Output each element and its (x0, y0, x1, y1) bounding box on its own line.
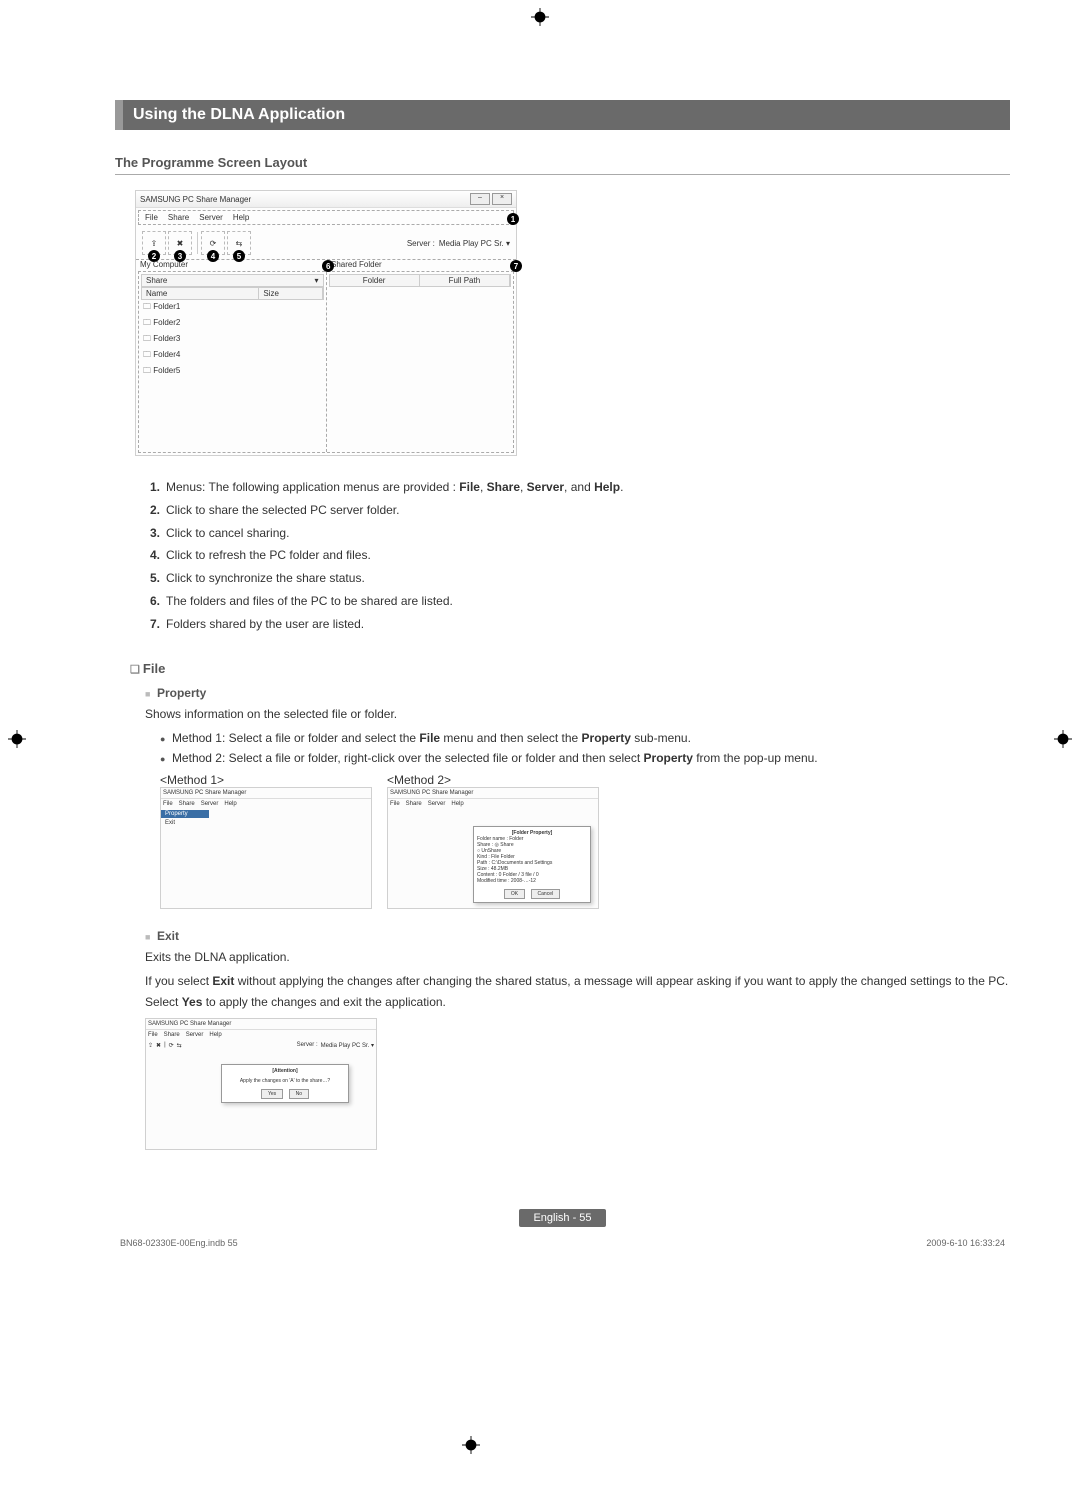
reg-mark-bottom (462, 1436, 480, 1454)
dialog-line: Modified time : 2008-…-12 (477, 878, 587, 884)
exit-heading: Exit (145, 929, 1010, 943)
file-heading: File (130, 661, 1010, 676)
page-footer: English - 55 (115, 1210, 1010, 1224)
exit-dialog: [Attention] Apply the changes on 'A' to … (221, 1064, 349, 1103)
toolbar: ⇪2 ✖3 ⟳4 ⇆5 Server : Media Play PC Sr. ▾ (136, 227, 516, 260)
min-icon[interactable]: – (470, 193, 490, 205)
subheading: The Programme Screen Layout (115, 155, 1010, 175)
refresh-icon[interactable]: ⟳4 (201, 231, 225, 255)
list-item: 2.Click to share the selected PC server … (150, 499, 1010, 522)
pane-titles: My Computer 6 Shared Folder 7 (136, 260, 516, 269)
menu-exit: Exit (161, 819, 371, 827)
menu-file[interactable]: File (145, 213, 158, 222)
menu-share[interactable]: Share (168, 213, 189, 222)
page: Using the DLNA Application The Programme… (0, 0, 1080, 1278)
method2-text: Method 2: Select a file or folder, right… (160, 748, 1010, 768)
col-name: Name (142, 288, 259, 299)
reg-mark-right (1054, 730, 1072, 748)
server-dropdown[interactable]: Media Play PC Sr. ▾ (439, 239, 510, 248)
dialog-buttons: OK Cancel (477, 889, 587, 899)
page-number: English - 55 (519, 1209, 605, 1227)
doc-code: BN68-02330E-00Eng.indb 55 (120, 1238, 238, 1248)
folder-dropdown-value: Share (146, 276, 167, 285)
mini-menu: FileShareServerHelp (161, 799, 371, 809)
property-desc: Shows information on the selected file o… (145, 704, 1010, 724)
list-item: 1.Menus: The following application menus… (150, 476, 1010, 499)
right-columns: Folder Full Path (329, 274, 512, 287)
list-item: 3.Click to cancel sharing. (150, 522, 1010, 545)
method1-col: <Method 1> SAMSUNG PC Share Manager File… (160, 773, 372, 909)
list-item: 4.Click to refresh the PC folder and fil… (150, 544, 1010, 567)
app-title: SAMSUNG PC Share Manager (388, 788, 598, 799)
folder-list: Folder1 Folder2 Folder3 Folder4 Folder5 (141, 300, 324, 380)
screenshot-method2: SAMSUNG PC Share Manager FileShareServer… (387, 787, 599, 909)
dialog-title: [Attention] (225, 1068, 345, 1074)
folder-dropdown[interactable]: Share ▾ (141, 274, 324, 287)
pane-left: Share ▾ Name Size Folder1 Folder2 Folder… (139, 272, 327, 452)
pane-right: Folder Full Path (327, 272, 514, 452)
yes-button[interactable]: Yes (261, 1089, 283, 1099)
method1-text: Method 1: Select a file or folder and se… (160, 728, 1010, 748)
doc-time: 2009-6-10 16:33:24 (926, 1238, 1005, 1248)
list-item[interactable]: Folder3 (141, 332, 324, 348)
badge-7: 7 (510, 260, 522, 272)
property-heading: Property (145, 686, 1010, 700)
dialog-msg: Apply the changes on 'A' to the share…? (225, 1078, 345, 1084)
window-controls: – × (470, 193, 512, 205)
no-button[interactable]: No (289, 1089, 309, 1099)
section-title: Using the DLNA Application (115, 100, 1010, 130)
divider (197, 232, 198, 254)
mini-toolbar: ⇪✖|⟳⇆ Server : Media Play PC Sr. ▾ (146, 1040, 376, 1051)
list-item[interactable]: Folder5 (141, 364, 324, 380)
reg-mark-top (531, 8, 549, 26)
numbered-list: 1.Menus: The following application menus… (150, 476, 1010, 636)
mini-menu: FileShareServerHelp (146, 1030, 376, 1040)
list-item: 5.Click to synchronize the share status. (150, 567, 1010, 590)
method2-col: <Method 2> SAMSUNG PC Share Manager File… (387, 773, 599, 909)
unshare-icon[interactable]: ✖3 (168, 231, 192, 255)
exit-line1: Exits the DLNA application. (145, 947, 1010, 967)
method2-label: <Method 2> (387, 773, 599, 787)
cancel-button[interactable]: Cancel (531, 889, 561, 899)
app-title: SAMSUNG PC Share Manager (140, 195, 251, 204)
mini-menu: FileShareServerHelp (388, 799, 598, 809)
reg-mark-left (8, 730, 26, 748)
list-item[interactable]: Folder2 (141, 316, 324, 332)
badge-1: 1 (507, 213, 519, 225)
ok-button[interactable]: OK (504, 889, 525, 899)
screenshot-main: SAMSUNG PC Share Manager – × File Share … (135, 190, 517, 456)
property-dialog: [Folder Property] Folder name : Folder S… (473, 826, 591, 903)
col-size: Size (259, 288, 322, 299)
menu-help[interactable]: Help (233, 213, 249, 222)
col-fullpath: Full Path (420, 275, 510, 286)
server-label: Server : (407, 239, 435, 248)
sync-icon[interactable]: ⇆5 (227, 231, 251, 255)
screenshot-exit: SAMSUNG PC Share Manager FileShareServer… (145, 1018, 377, 1150)
screenshot-method1: SAMSUNG PC Share Manager FileShareServer… (160, 787, 372, 909)
panes: Share ▾ Name Size Folder1 Folder2 Folder… (138, 271, 514, 453)
exit-shot-wrap: SAMSUNG PC Share Manager FileShareServer… (145, 1018, 1010, 1150)
dialog-buttons: Yes No (225, 1089, 345, 1099)
list-item[interactable]: Folder1 (141, 300, 324, 316)
list-item[interactable]: Folder4 (141, 348, 324, 364)
method-screenshots: <Method 1> SAMSUNG PC Share Manager File… (160, 773, 1010, 909)
my-computer-label: My Computer (140, 260, 321, 269)
list-item: 7.Folders shared by the user are listed. (150, 613, 1010, 636)
col-folder: Folder (330, 275, 420, 286)
titlebar: SAMSUNG PC Share Manager – × (136, 191, 516, 208)
close-icon[interactable]: × (492, 193, 512, 205)
left-columns: Name Size (141, 287, 324, 300)
shared-folder-label: Shared Folder (321, 260, 512, 269)
doc-footer: BN68-02330E-00Eng.indb 55 2009-6-10 16:3… (115, 1238, 1010, 1248)
method1-label: <Method 1> (160, 773, 372, 787)
menu-bar: File Share Server Help 1 (138, 210, 514, 225)
app-title: SAMSUNG PC Share Manager (161, 788, 371, 799)
list-item: 6.The folders and files of the PC to be … (150, 590, 1010, 613)
menu-server[interactable]: Server (199, 213, 223, 222)
exit-line2: If you select Exit without applying the … (145, 971, 1010, 1012)
share-icon[interactable]: ⇪2 (142, 231, 166, 255)
app-title: SAMSUNG PC Share Manager (146, 1019, 376, 1030)
menu-property-hl: Property (161, 810, 209, 818)
